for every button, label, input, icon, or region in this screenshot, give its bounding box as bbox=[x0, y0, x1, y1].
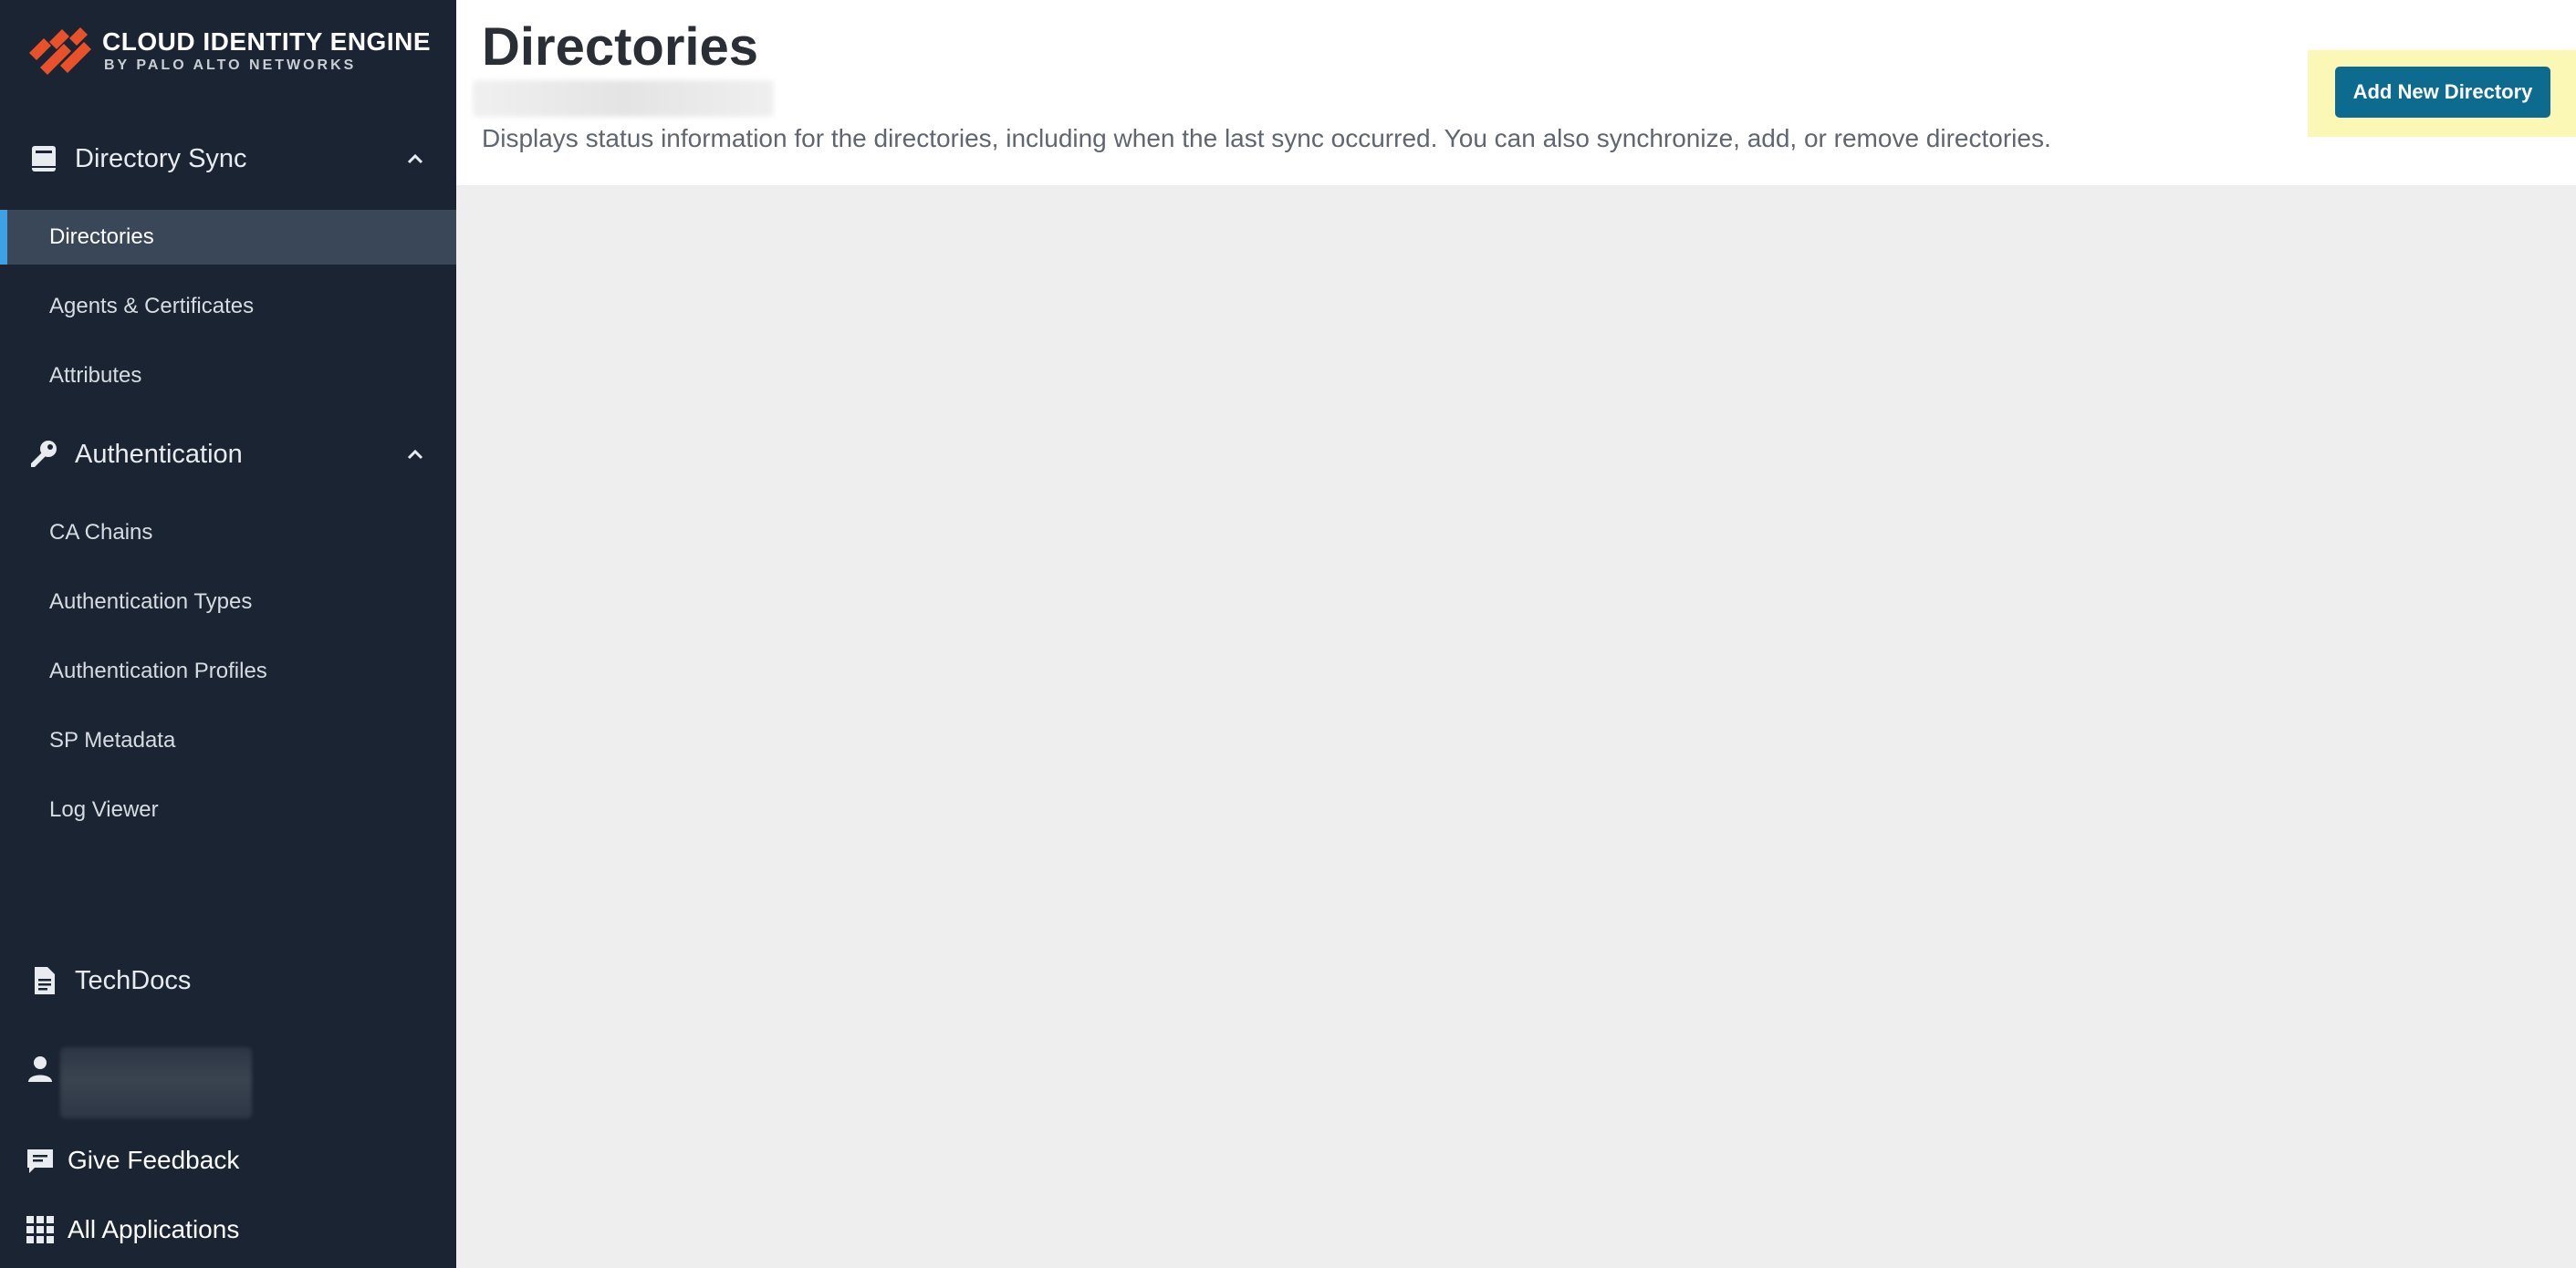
sidebar-item-log-viewer[interactable]: Log Viewer bbox=[0, 783, 456, 837]
section-authentication[interactable]: Authentication bbox=[0, 427, 456, 482]
section-label: Directory Sync bbox=[75, 143, 247, 173]
user-name-redacted[interactable] bbox=[60, 1047, 252, 1118]
brand-subtitle: BY PALO ALTO NETWORKS bbox=[104, 57, 357, 73]
section-directory-sync[interactable]: Directory Sync bbox=[0, 131, 456, 186]
sidebar-item-label: Directories bbox=[49, 224, 154, 249]
chevron-up-icon[interactable] bbox=[405, 444, 425, 464]
content-area bbox=[456, 185, 2576, 1268]
sidebar-item-attributes[interactable]: Attributes bbox=[0, 348, 456, 403]
sidebar-item-label: Agents & Certificates bbox=[49, 294, 255, 318]
add-new-directory-button[interactable]: Add New Directory bbox=[2335, 67, 2550, 118]
user-icon[interactable] bbox=[24, 1053, 57, 1086]
feedback-icon bbox=[27, 1149, 53, 1173]
all-applications-label: All Applications bbox=[68, 1215, 240, 1243]
chevron-up-icon[interactable] bbox=[405, 149, 425, 169]
section-label: Authentication bbox=[75, 439, 243, 469]
sidebar-item-label: Attributes bbox=[49, 363, 142, 388]
sidebar-item-authentication-profiles[interactable]: Authentication Profiles bbox=[0, 644, 456, 699]
brand[interactable]: CLOUD IDENTITY ENGINE BY PALO ALTO NETWO… bbox=[27, 26, 431, 77]
main-content: Directories Displays status information … bbox=[456, 0, 2576, 1268]
sidebar-item-techdocs[interactable]: TechDocs bbox=[0, 953, 456, 1008]
give-feedback-label: Give Feedback bbox=[68, 1146, 240, 1174]
techdocs-label: TechDocs bbox=[75, 965, 192, 995]
all-applications-button[interactable]: All Applications bbox=[0, 1204, 456, 1255]
sidebar-item-label: Log Viewer bbox=[49, 797, 159, 822]
brand-title: CLOUD IDENTITY ENGINE bbox=[102, 27, 432, 56]
page-header: Directories Displays status information … bbox=[456, 0, 2576, 185]
page-title: Directories bbox=[482, 17, 759, 77]
give-feedback-button[interactable]: Give Feedback bbox=[0, 1135, 456, 1186]
sidebar-item-label: SP Metadata bbox=[49, 728, 176, 753]
sidebar-item-label: Authentication Profiles bbox=[49, 659, 267, 683]
sidebar-item-sp-metadata[interactable]: SP Metadata bbox=[0, 713, 456, 768]
book-icon bbox=[32, 146, 56, 171]
sidebar-item-agents-certificates[interactable]: Agents & Certificates bbox=[0, 279, 456, 334]
page-description: Displays status information for the dire… bbox=[482, 124, 2051, 152]
grid-icon bbox=[26, 1216, 54, 1243]
sidebar-item-label: Authentication Types bbox=[49, 589, 253, 614]
document-icon bbox=[35, 967, 55, 994]
sidebar-item-label: CA Chains bbox=[49, 520, 153, 545]
redacted-subtitle bbox=[473, 80, 774, 117]
sidebar-item-directories[interactable]: Directories bbox=[0, 210, 456, 265]
palo-alto-logo-icon bbox=[29, 27, 91, 75]
key-icon bbox=[31, 441, 57, 467]
sidebar-item-authentication-types[interactable]: Authentication Types bbox=[0, 575, 456, 629]
sidebar-item-ca-chains[interactable]: CA Chains bbox=[0, 505, 456, 560]
sidebar: CLOUD IDENTITY ENGINE BY PALO ALTO NETWO… bbox=[0, 0, 456, 1268]
